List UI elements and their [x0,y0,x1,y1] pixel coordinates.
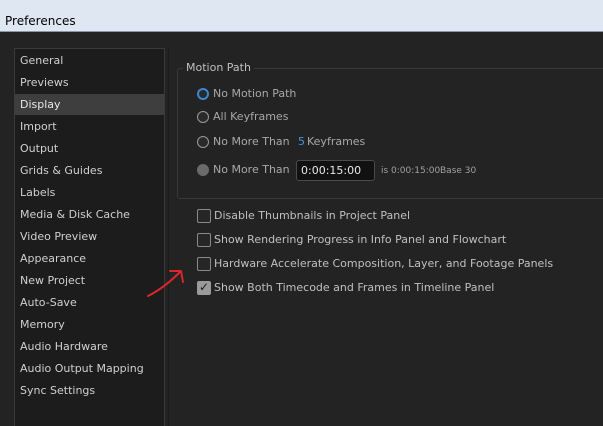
sidebar-item-memory[interactable]: Memory [15,314,164,335]
sidebar-item-auto-save[interactable]: Auto-Save [15,292,164,313]
sidebar-item-sync-settings[interactable]: Sync Settings [15,380,164,401]
window-title: Preferences [5,14,76,28]
checkbox-disable-thumbnails[interactable] [197,209,211,223]
motion-path-title: Motion Path [183,61,254,74]
radio-no-more-than-keyframes[interactable] [197,136,209,148]
checkbox-label-show-rendering-progress: Show Rendering Progress in Info Panel an… [214,233,507,246]
checkbox-label-hardware-accelerate: Hardware Accelerate Composition, Layer, … [214,257,554,270]
sidebar-item-new-project[interactable]: New Project [15,270,164,291]
checkbox-show-timecode-frames[interactable]: ✓ [197,280,211,295]
sidebar-item-display[interactable]: Display [15,94,164,115]
sidebar-item-appearance[interactable]: Appearance [15,248,164,269]
timecode-equivalent: is 0:00:15:00 [381,166,441,176]
sidebar-item-video-preview[interactable]: Video Preview [15,226,164,247]
sidebar-item-audio-output-mapping[interactable]: Audio Output Mapping [15,358,164,379]
category-sidebar: General Previews Display Import Output G… [14,48,165,426]
title-bar: Preferences [0,0,603,32]
radio-label-no-motion-path: No Motion Path [213,87,297,100]
sidebar-item-media-disk-cache[interactable]: Media & Disk Cache [15,204,164,225]
sidebar-item-general[interactable]: General [15,50,164,71]
timecode-base: Base 30 [440,166,477,176]
checkbox-hardware-accelerate[interactable] [197,257,211,271]
keyframes-unit-label: Keyframes [307,135,366,148]
sidebar-item-previews[interactable]: Previews [15,72,164,93]
panel-divider [168,48,169,426]
sidebar-item-output[interactable]: Output [15,138,164,159]
sidebar-item-grids-guides[interactable]: Grids & Guides [15,160,164,181]
radio-label-no-more-than-time: No More Than [213,163,290,176]
checkbox-label-show-timecode-frames: Show Both Timecode and Frames in Timelin… [214,281,495,294]
radio-label-no-more-than-keyframes: No More Than [213,135,290,148]
radio-label-all-keyframes: All Keyframes [213,110,289,123]
checkbox-label-disable-thumbnails: Disable Thumbnails in Project Panel [214,209,411,222]
sidebar-item-import[interactable]: Import [15,116,164,137]
sidebar-item-labels[interactable]: Labels [15,182,164,203]
checkbox-show-rendering-progress[interactable] [197,233,211,247]
radio-all-keyframes[interactable] [197,111,209,123]
radio-no-more-than-time[interactable] [197,164,209,176]
timecode-field[interactable]: 0:00:15:00 [296,160,375,181]
sidebar-item-audio-hardware[interactable]: Audio Hardware [15,336,164,357]
radio-no-motion-path[interactable] [197,88,209,100]
checkmark-icon: ✓ [199,280,210,294]
red-arrow-annotation-icon [147,270,184,297]
title-bar-border [0,31,603,32]
keyframes-count-value[interactable]: 5 [298,135,305,148]
